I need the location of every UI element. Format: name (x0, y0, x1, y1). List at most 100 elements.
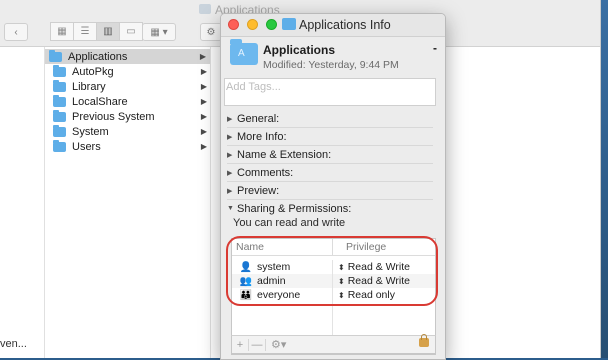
up-down-chevron-icon: ⬍ (338, 290, 345, 300)
chevron-right-icon: ▶ (200, 97, 207, 106)
table-row[interactable]: 👪 everyone ⬍ Read only (232, 288, 435, 302)
disclosure-triangle-icon[interactable]: ▶ (227, 169, 237, 177)
finder-previous-column: ven... (0, 47, 45, 358)
section-name-extension[interactable]: ▶ Name & Extension: (227, 146, 433, 164)
privilege-popup[interactable]: ⬍ Read only (333, 289, 395, 301)
table-row[interactable]: 👥 admin ⬍ Read & Write (232, 274, 435, 288)
finder-item-label: Applications (68, 50, 128, 63)
finder-item-autopkg[interactable]: AutoPkg ▶ (49, 64, 211, 79)
privilege-popup[interactable]: ⬍ Read & Write (333, 275, 410, 287)
column-view-icon[interactable]: ▥ (96, 22, 120, 41)
section-label: Sharing & Permissions: (237, 202, 352, 215)
privilege-value: Read & Write (347, 261, 410, 273)
add-user-button[interactable]: + (232, 338, 249, 351)
applications-folder-icon: A (230, 39, 258, 65)
finder-item-applications[interactable]: Applications ▶ (45, 49, 210, 64)
system-folder-icon (53, 124, 66, 137)
section-label: Preview: (237, 184, 280, 197)
disclosure-triangle-icon[interactable]: ▶ (227, 187, 237, 195)
table-row[interactable]: 👤 system ⬍ Read & Write (232, 260, 435, 274)
gallery-view-icon[interactable]: ▭ (119, 22, 143, 41)
section-preview[interactable]: ▶ Preview: (227, 182, 433, 200)
action-gear-icon[interactable]: ⚙ (200, 23, 222, 41)
gear-menu-icon[interactable]: ⚙▾ (271, 338, 286, 351)
name-cell: 👥 admin (232, 274, 333, 288)
info-header: A Applications Modified: Yesterday, 9:44… (221, 37, 445, 75)
folder-icon (53, 94, 66, 107)
view-mode-segmented-control: ▦ ☰ ▥ ▭ (50, 22, 143, 41)
users-folder-icon (53, 139, 66, 152)
permission-summary: You can read and write (233, 217, 346, 229)
finder-item-label: Library (72, 80, 106, 93)
finder-item-label: Users (72, 140, 101, 153)
chevron-right-icon: ▶ (199, 52, 206, 61)
info-sections: ▶ General: ▶ More Info: ▶ Name & Extensi… (227, 110, 433, 217)
privilege-popup[interactable]: ⬍ Read & Write (333, 261, 410, 273)
item-name: Applications (263, 43, 336, 57)
chevron-right-icon: ▶ (200, 112, 207, 121)
section-general[interactable]: ▶ General: (227, 110, 433, 128)
folder-icon (199, 4, 211, 14)
permissions-table-header: Name Privilege (232, 239, 435, 256)
minimize-button[interactable] (247, 19, 258, 30)
tags-input[interactable] (225, 79, 437, 95)
disclosure-triangle-expanded-icon[interactable]: ▼ (227, 205, 237, 212)
section-label: Name & Extension: (237, 148, 332, 161)
name-cell: 👤 system (232, 260, 333, 274)
permissions-footer: + — ⚙▾ (231, 334, 436, 354)
finder-item-label: AutoPkg (72, 65, 114, 78)
section-label: Comments: (237, 166, 294, 179)
close-button[interactable] (228, 19, 239, 30)
user-name: everyone (257, 289, 301, 301)
icon-view-icon[interactable]: ▦ (50, 22, 74, 41)
finder-item-label: Previous System (72, 110, 155, 123)
tags-field[interactable] (224, 78, 437, 106)
disclosure-triangle-icon[interactable]: ▶ (227, 133, 237, 141)
finder-item-system[interactable]: System ▶ (49, 124, 211, 139)
folder-icon (49, 49, 62, 62)
remove-user-button[interactable]: — (249, 338, 266, 351)
disclosure-triangle-icon[interactable]: ▶ (227, 115, 237, 123)
chevron-right-icon: ▶ (200, 82, 207, 91)
name-cell: 👪 everyone (232, 288, 333, 302)
privilege-value: Read only (347, 289, 395, 301)
finder-column: Applications ▶ AutoPkg ▶ Library ▶ Local… (45, 47, 211, 358)
finder-item-library[interactable]: Library ▶ (49, 79, 211, 94)
folder-icon (282, 18, 296, 30)
finder-item-localshare[interactable]: LocalShare ▶ (49, 94, 211, 109)
user-name: system (257, 261, 291, 273)
finder-item-users[interactable]: Users ▶ (49, 139, 211, 154)
size-placeholder: - (433, 41, 437, 55)
section-sharing-permissions[interactable]: ▼ Sharing & Permissions: (227, 200, 433, 217)
section-label: More Info: (237, 130, 287, 143)
chevron-right-icon: ▶ (200, 67, 207, 76)
back-forward-button[interactable]: ‹ (4, 23, 28, 41)
truncated-item-label: ven... (0, 338, 27, 350)
column-header-privilege[interactable]: Privilege (333, 241, 386, 253)
modified-date: Modified: Yesterday, 9:44 PM (263, 59, 399, 71)
info-titlebar[interactable]: Applications Info (221, 14, 445, 37)
folder-icon (53, 109, 66, 122)
chevron-right-icon: ▶ (200, 142, 207, 151)
column-header-name[interactable]: Name (232, 239, 333, 255)
info-window: Applications Info A Applications Modifie… (220, 13, 446, 360)
single-user-icon: 👤 (239, 261, 253, 273)
folder-icon (53, 64, 66, 77)
section-more-info[interactable]: ▶ More Info: (227, 128, 433, 146)
group-by-button[interactable]: ▦ ▾ (142, 23, 176, 41)
up-down-chevron-icon: ⬍ (338, 276, 345, 286)
finder-item-label: LocalShare (72, 95, 128, 108)
lock-icon[interactable] (419, 334, 429, 347)
disclosure-triangle-icon[interactable]: ▶ (227, 151, 237, 159)
finder-item-label: System (72, 125, 109, 138)
info-window-title: Applications Info (299, 18, 391, 32)
finder-item-previous-system[interactable]: Previous System ▶ (49, 109, 211, 124)
zoom-button[interactable] (266, 19, 277, 30)
everyone-icon: 👪 (239, 289, 253, 301)
privilege-value: Read & Write (347, 275, 410, 287)
section-comments[interactable]: ▶ Comments: (227, 164, 433, 182)
user-name: admin (257, 275, 286, 287)
list-view-icon[interactable]: ☰ (73, 22, 97, 41)
chevron-right-icon: ▶ (200, 127, 207, 136)
section-label: General: (237, 112, 280, 125)
